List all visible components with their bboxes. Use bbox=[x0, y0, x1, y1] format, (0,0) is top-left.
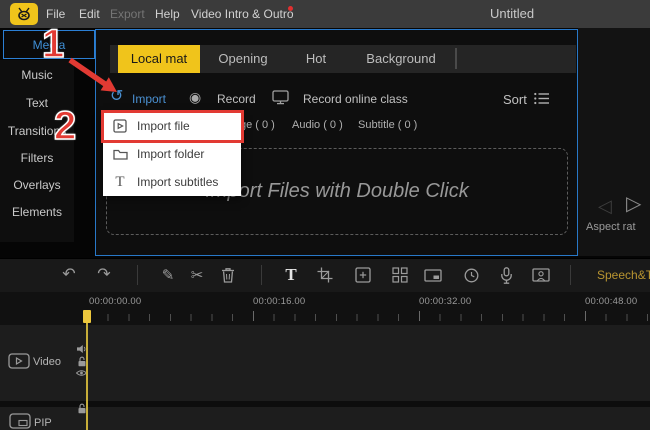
category-audio-count[interactable]: Audio ( 0 ) bbox=[292, 119, 343, 131]
tab-background[interactable]: Background bbox=[360, 45, 442, 73]
bee-logo-icon bbox=[14, 6, 34, 22]
tab-opening[interactable]: Opening bbox=[210, 45, 276, 73]
menu-file[interactable]: File bbox=[46, 7, 65, 21]
tab-local-material[interactable]: Local mat bbox=[118, 45, 200, 73]
subtitle-t-icon: T bbox=[103, 174, 137, 191]
crop-icon[interactable] bbox=[316, 266, 334, 284]
dropzone-text: Import Files with Double Click bbox=[205, 180, 468, 203]
folder-icon bbox=[103, 148, 137, 160]
pencil-icon[interactable]: ✎ bbox=[159, 266, 177, 284]
import-button[interactable]: Import bbox=[132, 92, 166, 106]
duration-clock-icon[interactable] bbox=[462, 266, 480, 284]
pip-track-icon bbox=[9, 413, 31, 429]
video-track-icon bbox=[8, 353, 30, 369]
scissors-icon[interactable]: ✂ bbox=[188, 266, 206, 284]
redo-icon[interactable]: ↷ bbox=[95, 266, 113, 284]
speech-to-text-button[interactable]: Speech&Te bbox=[597, 268, 650, 282]
video-track-label: Video bbox=[33, 356, 61, 368]
sidebar-item-overlays[interactable]: Overlays bbox=[0, 178, 74, 192]
title-bar: File Edit Export Help Video Intro & Outr… bbox=[0, 0, 650, 28]
undo-icon[interactable]: ↶ bbox=[60, 266, 78, 284]
menu-export: Export bbox=[110, 7, 145, 21]
trash-icon[interactable] bbox=[219, 266, 237, 284]
app-window: File Edit Export Help Video Intro & Outr… bbox=[0, 0, 650, 430]
ruler-major-tick bbox=[585, 311, 586, 321]
record-button[interactable]: Record bbox=[217, 92, 256, 106]
playhead-handle[interactable] bbox=[83, 310, 91, 323]
annotation-highlight-box bbox=[101, 110, 244, 143]
app-logo[interactable] bbox=[10, 3, 38, 25]
pip-track-label: PIP bbox=[34, 417, 52, 429]
annotation-arrow bbox=[55, 48, 125, 100]
portrait-icon[interactable] bbox=[532, 266, 550, 284]
record-online-class-icon[interactable] bbox=[272, 90, 290, 105]
menu-item-label: Import folder bbox=[137, 147, 204, 161]
ruler-ticks bbox=[87, 314, 650, 321]
project-title: Untitled bbox=[490, 6, 534, 21]
previous-frame-icon[interactable]: ◁ bbox=[598, 197, 612, 215]
category-subtitle-count[interactable]: Subtitle ( 0 ) bbox=[358, 119, 417, 131]
aspect-ratio-label[interactable]: Aspect rat bbox=[586, 221, 636, 233]
sort-button[interactable]: Sort bbox=[503, 92, 527, 107]
ruler-timestamp: 00:00:32.00 bbox=[419, 296, 471, 307]
toolbar-divider bbox=[570, 265, 571, 285]
notification-dot bbox=[288, 6, 293, 11]
menu-video-intro-outro[interactable]: Video Intro & Outro bbox=[191, 7, 294, 21]
menu-item-import-subtitles[interactable]: T Import subtitles bbox=[103, 168, 241, 196]
mosaic-icon[interactable] bbox=[391, 266, 409, 284]
toolbar-divider bbox=[137, 265, 138, 285]
ruler-timestamp: 00:00:48.00 bbox=[585, 296, 637, 307]
pip-track-row[interactable] bbox=[0, 407, 650, 430]
category-image-count[interactable]: ge ( 0 ) bbox=[240, 119, 275, 131]
record-online-class-button[interactable]: Record online class bbox=[303, 92, 408, 106]
video-track-row[interactable] bbox=[0, 325, 650, 401]
pip-tool-icon[interactable] bbox=[424, 266, 442, 284]
annotation-step-2: 2 bbox=[54, 104, 76, 149]
menu-item-import-folder[interactable]: Import folder bbox=[103, 140, 241, 168]
zoom-frame-icon[interactable] bbox=[354, 266, 372, 284]
menu-help[interactable]: Help bbox=[155, 7, 180, 21]
menu-item-label: Import subtitles bbox=[137, 175, 218, 189]
play-icon[interactable]: ▷ bbox=[626, 195, 641, 213]
tab-hot[interactable]: Hot bbox=[292, 45, 340, 73]
text-tool-icon[interactable]: T bbox=[282, 266, 300, 284]
ruler-major-tick bbox=[419, 311, 420, 321]
toolbar-divider bbox=[261, 265, 262, 285]
sidebar-item-filters[interactable]: Filters bbox=[0, 151, 74, 165]
microphone-icon[interactable] bbox=[497, 266, 515, 284]
ruler-major-tick bbox=[253, 311, 254, 321]
menu-edit[interactable]: Edit bbox=[79, 7, 100, 21]
tabstrip-scroll-divider bbox=[455, 48, 457, 69]
sidebar-item-elements[interactable]: Elements bbox=[0, 205, 74, 219]
playhead-line[interactable] bbox=[86, 310, 88, 430]
ruler-timestamp: 00:00:00.00 bbox=[89, 296, 141, 307]
record-icon[interactable]: ◉ bbox=[189, 90, 201, 104]
ruler-timestamp: 00:00:16.00 bbox=[253, 296, 305, 307]
sort-list-icon[interactable] bbox=[534, 92, 550, 105]
